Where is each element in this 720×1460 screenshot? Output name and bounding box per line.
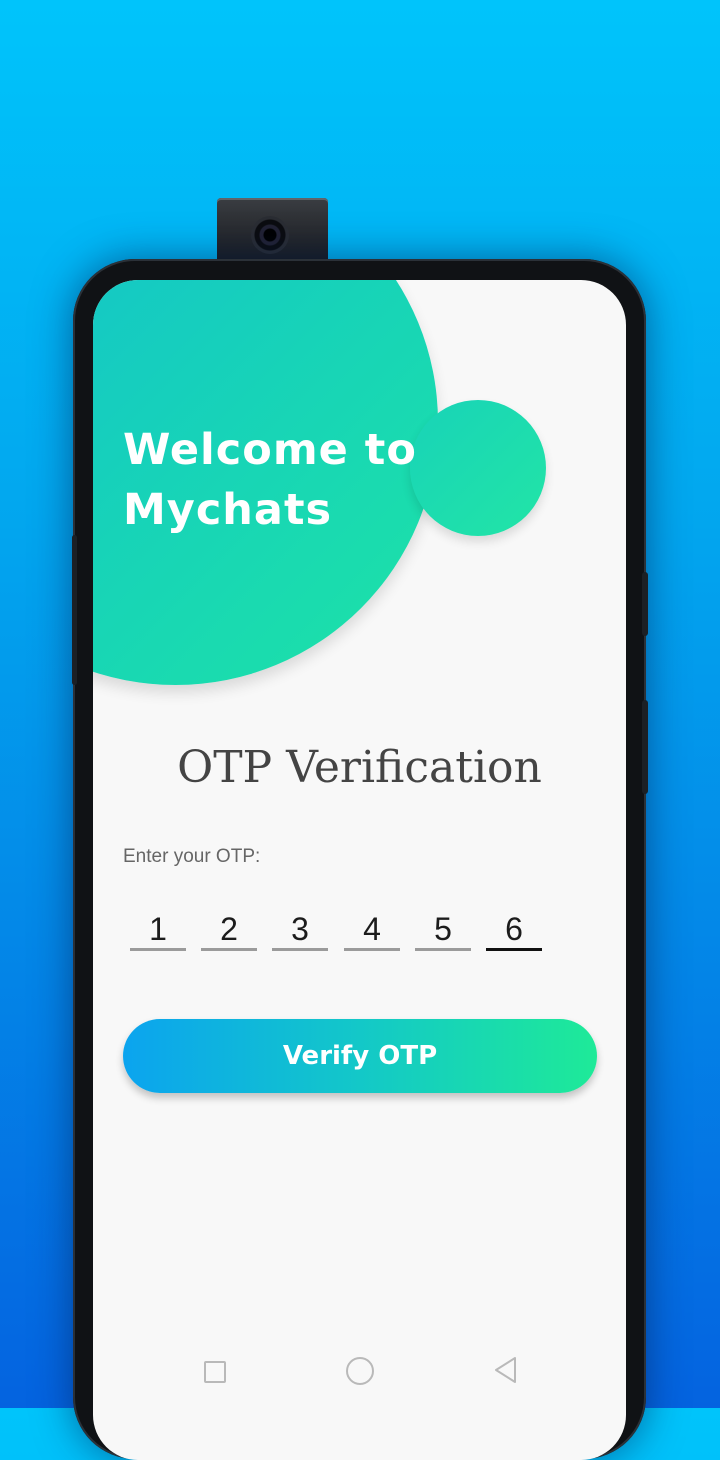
otp-digit-6[interactable]: 6	[486, 910, 542, 951]
back-triangle-icon[interactable]	[493, 1356, 519, 1384]
welcome-line-1: Welcome to	[123, 425, 417, 475]
otp-label: Enter your OTP:	[123, 846, 261, 867]
welcome-heading: Welcome to Mychats	[123, 420, 443, 540]
home-circle-icon[interactable]	[346, 1357, 374, 1385]
side-button	[642, 700, 648, 794]
system-nav-bar	[93, 1350, 626, 1394]
camera-lens-icon	[251, 216, 289, 254]
phone-screen: Welcome to Mychats OTP Verification Ente…	[93, 280, 626, 1460]
volume-button	[72, 535, 77, 685]
welcome-line-2: Mychats	[123, 485, 333, 535]
power-button	[642, 572, 648, 636]
recents-square-icon[interactable]	[204, 1361, 226, 1383]
otp-digit-3[interactable]: 3	[272, 910, 328, 951]
otp-digit-4[interactable]: 4	[344, 910, 400, 951]
page-title: OTP Verification	[177, 742, 542, 793]
otp-digit-1[interactable]: 1	[130, 910, 186, 951]
popup-camera	[217, 198, 328, 268]
verify-otp-button[interactable]: Verify OTP	[123, 1019, 597, 1093]
otp-digit-2[interactable]: 2	[201, 910, 257, 951]
otp-digit-5[interactable]: 5	[415, 910, 471, 951]
